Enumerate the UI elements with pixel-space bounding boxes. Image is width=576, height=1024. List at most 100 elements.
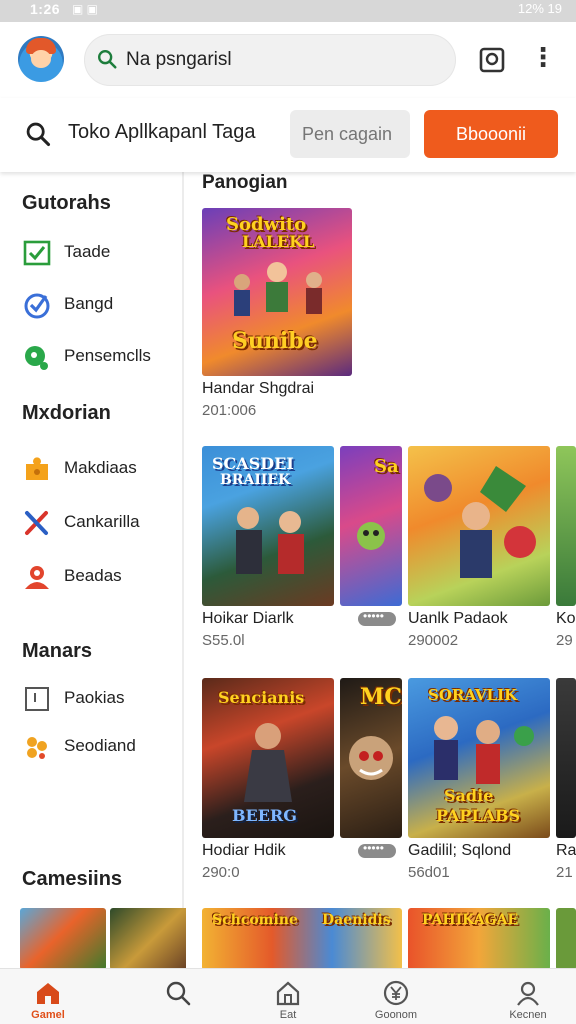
store-search-label: Toko Apllkapanl Taga <box>68 121 256 143</box>
status-time: 1:26 <box>30 1 61 17</box>
search-icon <box>166 981 191 1006</box>
art-title: BEERG <box>232 806 297 825</box>
art-title: Sencianis <box>218 688 305 707</box>
art-title: LALEKL <box>242 232 315 251</box>
game-card[interactable]: Uanlk Padaok 290002 <box>408 446 550 656</box>
sidebar-item-bangd[interactable]: Bangd <box>22 288 178 322</box>
more-dots-icon[interactable] <box>358 841 396 858</box>
flower-icon <box>27 737 47 759</box>
art-title: Sa <box>374 456 399 477</box>
green-dot-icon <box>25 346 48 370</box>
puzzle-icon <box>26 457 48 480</box>
search-text: Na psngarisl <box>126 49 232 70</box>
game-meta: 29 <box>556 632 573 649</box>
game-card[interactable] <box>556 908 576 968</box>
currency-icon <box>383 980 409 1006</box>
person-icon <box>25 566 49 589</box>
avatar-icon[interactable] <box>18 36 64 82</box>
sidebar-item-seodiand[interactable]: Seodiand <box>22 730 178 764</box>
game-art: PAHIKAGAE <box>408 908 550 968</box>
art-title: MCA <box>360 684 402 710</box>
game-meta: 290002 <box>408 632 459 649</box>
sidebar-item-paokias[interactable]: Paokias <box>22 682 178 716</box>
account-icon <box>517 981 539 1006</box>
sidebar-section-title: Manars <box>22 640 93 662</box>
home-icon <box>37 983 59 1004</box>
more-dots-icon[interactable] <box>358 609 396 626</box>
status-bar: 1:26 ▣ ▣ 12% 19 <box>0 0 576 22</box>
section-heading: Panogian <box>202 172 288 193</box>
game-art: SCASDEI BRAIIEK <box>202 446 334 606</box>
sidebar-item-beadas[interactable]: Beadas <box>22 560 178 594</box>
game-thumbnail[interactable] <box>20 908 106 970</box>
checkbox-icon <box>23 240 51 266</box>
sidebar-item-label: Paokias <box>64 688 125 707</box>
featured-game-card[interactable]: Sodwito LALEKL Sunibe Handar Shgdrai 201… <box>202 208 352 419</box>
game-card[interactable]: PAHIKAGAE <box>408 908 550 968</box>
characters-illustration <box>424 466 536 578</box>
nav-kecnen[interactable]: Kecnen <box>480 969 576 1024</box>
art-title: Sunibe <box>232 328 318 354</box>
game-meta: 290:0 <box>202 864 240 881</box>
nav-eat[interactable]: Eat <box>240 969 336 1024</box>
search-button[interactable]: Bbooonii <box>424 110 558 158</box>
sidebar-item-label: Bangd <box>64 294 114 313</box>
screen-icon[interactable] <box>478 46 506 74</box>
sidebar-item-cankarilla[interactable]: Cankarilla <box>22 506 178 540</box>
game-art <box>556 908 576 968</box>
game-title: Hoikar Diarlk <box>202 610 294 627</box>
sidebar-section-title: Mxdorian <box>22 402 111 424</box>
more-vert-icon[interactable]: ⋮ <box>530 42 556 76</box>
nav-label: Kecnen <box>509 1009 547 1021</box>
art-title: SORAVLIK <box>428 686 518 704</box>
game-title: Ra <box>556 842 576 859</box>
nav-goonom[interactable]: Goonom <box>348 969 444 1024</box>
nav-label: Eat <box>279 1009 297 1021</box>
sidebar-item-pensemclls[interactable]: Pensemclls <box>22 340 178 374</box>
search-icon[interactable] <box>24 120 52 148</box>
sidebar-item-label: Taade <box>64 242 111 261</box>
game-card[interactable]: SCASDEI BRAIIEK Hoikar Diarlk S55.0l <box>202 446 334 656</box>
game-card[interactable]: Ko 29 <box>556 446 576 656</box>
sidebar-item-label: Beadas <box>64 566 122 585</box>
game-card[interactable]: Sa <box>340 446 402 656</box>
game-title: Uanlk Padaok <box>408 610 508 627</box>
character-illustration <box>349 736 393 780</box>
game-card[interactable]: Ra 21 <box>556 678 576 888</box>
game-art: Schcomine Daenidis <box>202 908 402 968</box>
sidebar-item-label: Seodiand <box>64 736 136 755</box>
game-card[interactable]: Schcomine Daenidis <box>202 908 402 968</box>
game-thumbnail[interactable] <box>110 908 196 970</box>
art-title: Sadie <box>444 786 494 805</box>
nav-search[interactable] <box>130 969 226 1024</box>
game-art <box>408 446 550 606</box>
game-card[interactable]: MCA <box>340 678 402 888</box>
characters-illustration <box>236 507 304 574</box>
app-header: Na psngarisl ⋮ <box>0 22 576 98</box>
search-pill[interactable]: Na psngarisl <box>84 34 456 86</box>
game-title: Ko <box>556 610 576 627</box>
sidebar-item-taade[interactable]: Taade <box>22 236 178 270</box>
game-meta: 21 <box>556 864 573 881</box>
search-input[interactable] <box>290 110 410 158</box>
sidebar-item-makdiaas[interactable]: Makdiaas <box>22 452 178 486</box>
art-title: Schcomine <box>212 912 298 928</box>
game-card[interactable]: Sencianis BEERG Hodiar Hdik 290:0 <box>202 678 334 888</box>
game-art: SORAVLIK Sadie PAPLABS <box>408 678 550 838</box>
game-card[interactable]: SORAVLIK Sadie PAPLABS Gadilil; Sqlond 5… <box>408 678 550 888</box>
swords-icon <box>25 511 48 535</box>
art-title: PAHIKAGAE <box>422 912 519 928</box>
art-title: Daenidis <box>322 912 391 928</box>
nav-home[interactable]: Gamel <box>0 969 96 1024</box>
main-content: Panogian Sodwito LALEKL Sunibe Handar Sh… <box>186 172 576 968</box>
art-title: SCASDEI <box>212 454 294 473</box>
store-search-bar: Toko Apllkapanl Taga Bbooonii <box>0 98 576 172</box>
status-notification-icons: ▣ ▣ <box>72 2 99 16</box>
characters-illustration <box>234 262 322 316</box>
game-art: Sodwito LALEKL Sunibe <box>202 208 352 376</box>
game-art: Sa <box>340 446 402 606</box>
game-title: Gadilil; Sqlond <box>408 842 512 859</box>
art-title: PAPLABS <box>436 806 521 825</box>
game-title: Hodiar Hdik <box>202 842 286 859</box>
game-art <box>556 446 576 606</box>
